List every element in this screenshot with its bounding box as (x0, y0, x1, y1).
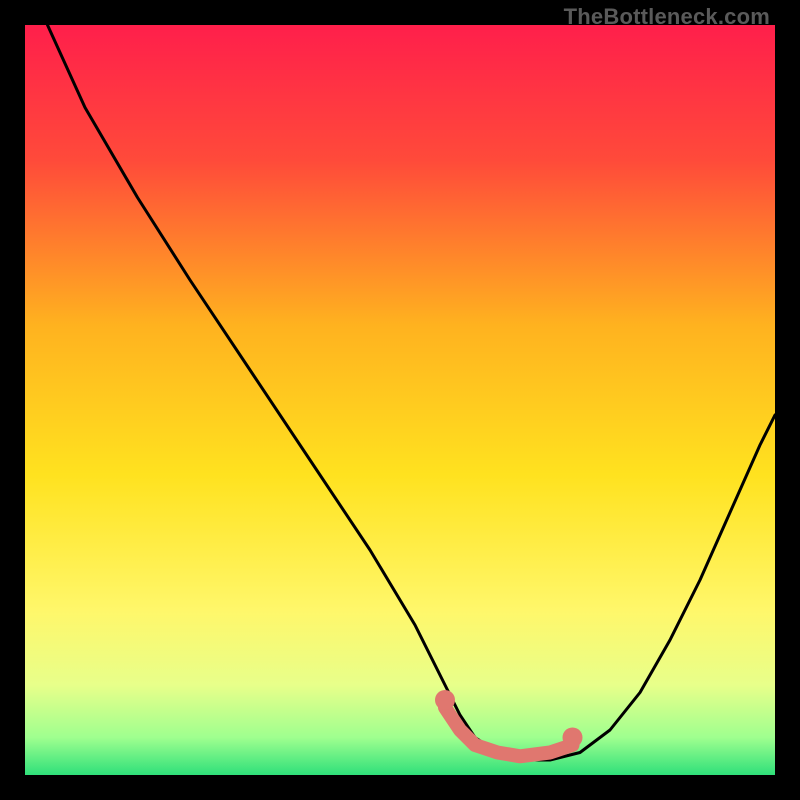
gradient-background (25, 25, 775, 775)
chart-svg (25, 25, 775, 775)
chart-frame (25, 25, 775, 775)
highlight-dot (435, 690, 455, 710)
highlight-dot (563, 728, 583, 748)
